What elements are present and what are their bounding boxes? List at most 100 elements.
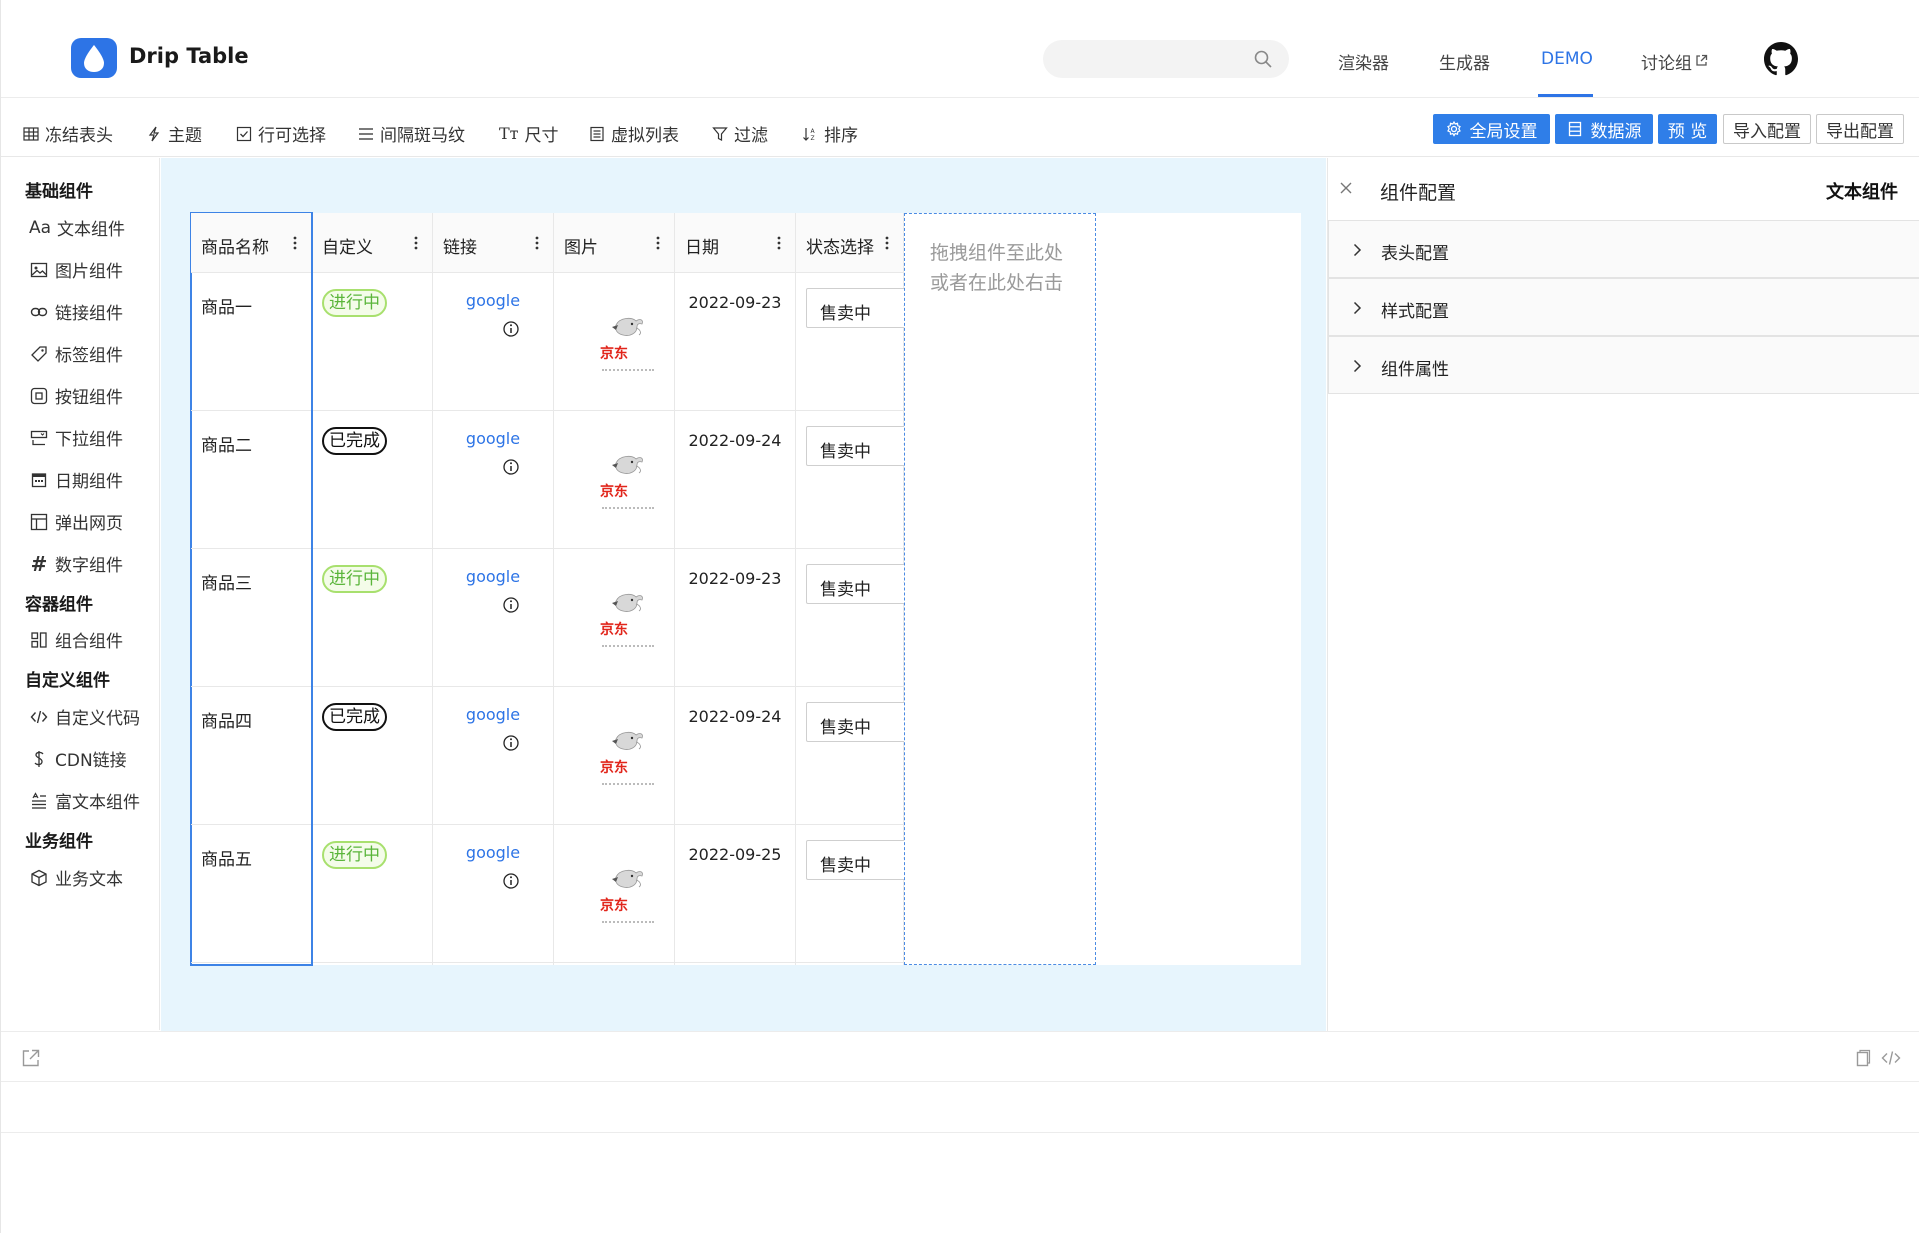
nav-demo[interactable]: DEMO xyxy=(1541,49,1593,69)
sort-icon: AZ xyxy=(803,127,816,142)
sidebar-item-text[interactable]: Aa 文本组件 xyxy=(29,215,125,241)
group-custom: 自定义组件 xyxy=(25,671,110,691)
drip-table-logo[interactable] xyxy=(71,38,117,78)
sidebar-item-image[interactable]: 图片组件 xyxy=(29,257,123,282)
tool-filter[interactable]: 过滤 xyxy=(712,121,768,146)
table-column[interactable]: 商品名称 商品一 商品二 商品三 商品四 商品五 xyxy=(190,212,313,966)
sidebar-item-dropdown[interactable]: 下拉组件 xyxy=(29,425,123,450)
sidebar-item-label: 弹出网页 xyxy=(55,514,123,534)
list-icon xyxy=(590,126,604,141)
open-external-icon[interactable] xyxy=(21,1048,41,1068)
dropdown-icon xyxy=(30,430,48,445)
info-icon[interactable] xyxy=(502,458,520,476)
sidebar-item-link[interactable]: 链接组件 xyxy=(29,299,123,324)
sidebar-item-tag[interactable]: 标签组件 xyxy=(29,341,123,366)
table-cell: 商品二 xyxy=(191,411,311,549)
section-style-config[interactable]: 样式配置 xyxy=(1328,278,1919,336)
table-cell: 2022-09-24 xyxy=(675,687,795,825)
sidebar-item-label: 数字组件 xyxy=(55,556,123,576)
nav-renderer[interactable]: 渲染器 xyxy=(1338,49,1389,74)
column-menu-icon[interactable] xyxy=(885,235,889,251)
google-link[interactable]: google xyxy=(433,567,553,586)
column-header[interactable]: 日期 xyxy=(675,213,795,273)
svg-text:Z: Z xyxy=(811,135,815,142)
sidebar-item-cdn[interactable]: CDN链接 xyxy=(29,746,127,771)
sidebar-item-label: 下拉组件 xyxy=(55,430,123,450)
column-header[interactable]: 链接 xyxy=(433,213,553,273)
export-config-button[interactable]: 导出配置 xyxy=(1816,114,1904,144)
column-menu-icon[interactable] xyxy=(535,235,539,251)
group-icon xyxy=(31,631,47,648)
close-icon[interactable] xyxy=(1338,180,1354,196)
tool-freeze-header[interactable]: 冻结表头 xyxy=(23,121,113,146)
sidebar-item-button[interactable]: 按钮组件 xyxy=(29,383,123,408)
column-header-label: 链接 xyxy=(443,238,477,258)
group-basic: 基础组件 xyxy=(25,182,93,202)
column-header[interactable]: 图片 xyxy=(554,213,674,273)
status-tag: 进行中 xyxy=(322,841,387,869)
sidebar-item-label: 富文本组件 xyxy=(55,793,140,813)
table-column[interactable]: 日期 2022-09-23 2022-09-24 2022-09-23 2022-09-… xyxy=(675,213,796,965)
google-link[interactable]: google xyxy=(433,291,553,310)
sidebar-item-business-text[interactable]: 业务文本 xyxy=(29,865,123,890)
google-link[interactable]: google xyxy=(433,429,553,448)
data-source-button[interactable]: 数据源 xyxy=(1555,114,1653,144)
column-header-label: 图片 xyxy=(564,238,598,258)
jd-logo-text: 京东 xyxy=(600,346,628,362)
search-input[interactable] xyxy=(1043,40,1289,78)
info-icon[interactable] xyxy=(502,872,520,890)
nav-discussion[interactable]: 讨论组 xyxy=(1641,49,1708,74)
status-tag: 进行中 xyxy=(322,289,387,317)
table-column[interactable]: 自定义 进行中 已完成 进行中 已完成 进行中 xyxy=(312,213,433,965)
code-view-icon[interactable] xyxy=(1881,1048,1901,1068)
jd-logo-text: 京东 xyxy=(600,760,628,776)
github-icon[interactable] xyxy=(1764,42,1798,76)
brand-name[interactable]: Drip Table xyxy=(129,44,249,68)
column-header[interactable]: 商品名称 xyxy=(191,213,311,273)
column-menu-icon[interactable] xyxy=(293,235,297,251)
global-settings-button[interactable]: 全局设置 xyxy=(1433,114,1550,144)
jd-logo-text: 京东 xyxy=(600,898,628,914)
sidebar-item-group[interactable]: 组合组件 xyxy=(29,627,123,652)
column-menu-icon[interactable] xyxy=(777,235,781,251)
nav-generator[interactable]: 生成器 xyxy=(1439,49,1490,74)
tool-sort[interactable]: AZ 排序 xyxy=(802,121,858,146)
section-component-props[interactable]: 组件属性 xyxy=(1328,336,1919,394)
sidebar-item-popup[interactable]: 弹出网页 xyxy=(29,509,123,534)
preview-button[interactable]: 预 览 xyxy=(1658,114,1717,144)
code-icon xyxy=(30,710,48,723)
info-icon[interactable] xyxy=(502,320,520,338)
sidebar-item-date[interactable]: 日期组件 xyxy=(29,467,123,492)
product-name: 商品二 xyxy=(201,436,252,456)
search-icon[interactable] xyxy=(1253,49,1273,69)
column-header[interactable]: 状态选择 xyxy=(796,213,903,273)
drop-zone[interactable]: 拖拽组件至此处或者在此处右击 xyxy=(904,213,1096,965)
sidebar-item-custom-code[interactable]: 自定义代码 xyxy=(29,704,140,729)
sidebar-item-rich-text[interactable]: 富文本组件 xyxy=(29,788,140,813)
tool-size[interactable]: Tт 尺寸 xyxy=(499,121,559,146)
tool-row-selection[interactable]: 行可选择 xyxy=(236,121,326,146)
image-fine-print xyxy=(602,645,654,647)
table-cell: 售卖中 xyxy=(796,273,930,411)
table-column[interactable]: 状态选择 售卖中 售卖中 售卖中 售卖中 售卖中 xyxy=(796,213,930,965)
tool-virtual-list[interactable]: 虚拟列表 xyxy=(589,121,679,146)
google-link[interactable]: google xyxy=(433,705,553,724)
tool-zebra-stripe[interactable]: 间隔斑马纹 xyxy=(358,121,465,146)
copy-icon[interactable] xyxy=(1852,1048,1872,1068)
table-cell: 京东 xyxy=(554,549,674,687)
status-tag: 进行中 xyxy=(322,565,387,593)
table-column[interactable]: 图片 京东 京东 京东 京东 京东 xyxy=(554,213,675,965)
google-link[interactable]: google xyxy=(433,843,553,862)
section-header-config[interactable]: 表头配置 xyxy=(1328,220,1919,278)
tool-theme[interactable]: 主题 xyxy=(146,121,202,146)
import-config-button[interactable]: 导入配置 xyxy=(1723,114,1811,144)
info-icon[interactable] xyxy=(502,734,520,752)
tool-label: 冻结表头 xyxy=(45,126,113,146)
column-menu-icon[interactable] xyxy=(656,235,660,251)
column-header[interactable]: 自定义 xyxy=(312,213,432,273)
info-icon[interactable] xyxy=(502,596,520,614)
table-column[interactable]: 链接 google google google google google xyxy=(433,213,554,965)
sidebar-item-number[interactable]: # 数字组件 xyxy=(29,551,123,577)
checkbox-icon xyxy=(236,126,252,141)
column-menu-icon[interactable] xyxy=(414,235,418,251)
